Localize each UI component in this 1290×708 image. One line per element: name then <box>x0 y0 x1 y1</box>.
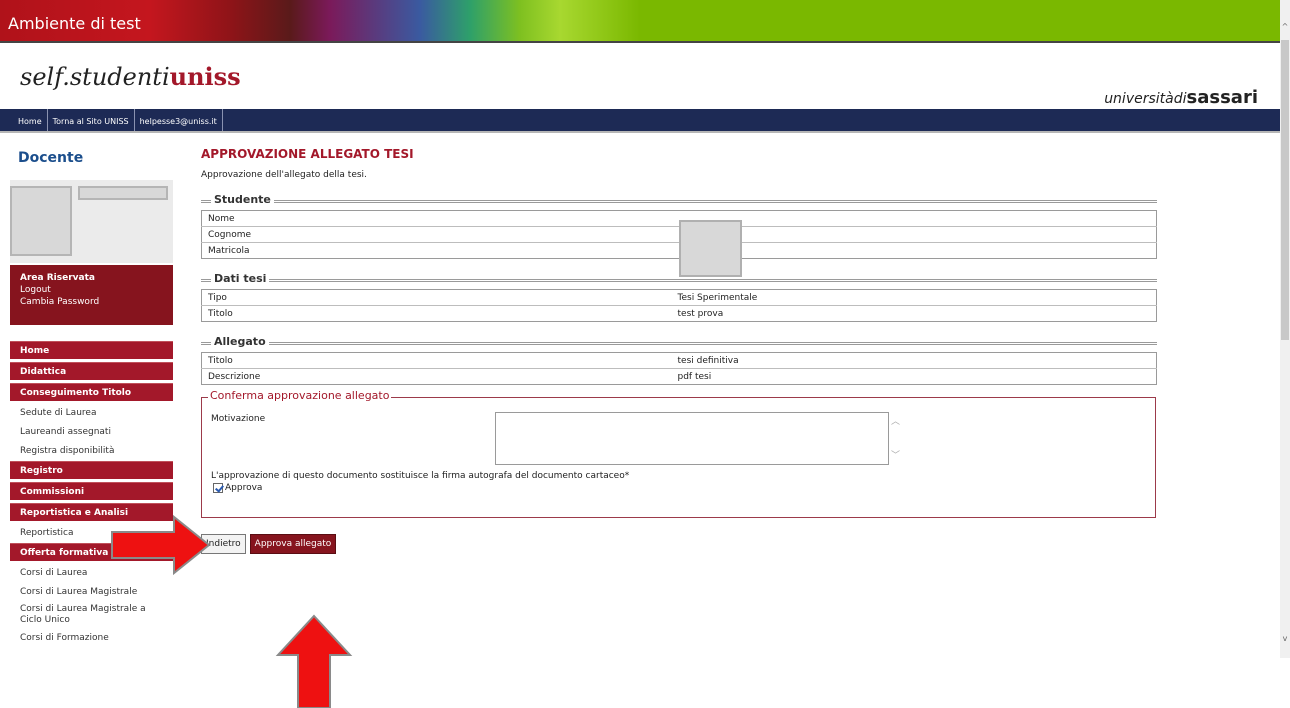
chevron-up-icon[interactable]: ^ <box>1280 22 1290 31</box>
row-value: test prova <box>677 308 724 319</box>
row-label: Tipo <box>201 289 672 306</box>
row-label: Titolo <box>208 308 233 319</box>
table-row: Tipo Tesi Sperimentale <box>201 289 1157 306</box>
row-value: Tesi Sperimentale <box>671 289 1157 306</box>
approve-checkbox-row[interactable]: Approva <box>213 483 262 493</box>
test-environment-banner: Ambiente di test <box>0 0 1280 43</box>
row-value <box>672 243 1157 259</box>
chevron-down-icon[interactable]: ﹀ <box>891 448 1152 514</box>
section-rule <box>201 342 1157 345</box>
red-arrow-up-icon <box>275 614 353 708</box>
thesis-data-table: Tipo Tesi Sperimentale Titolo test prova <box>201 289 1157 322</box>
reserved-area-title: Area Riservata <box>20 273 95 283</box>
attachment-section: Allegato Titolo tesi definitiva Descrizio… <box>201 335 1157 385</box>
thesis-data-section: Dati tesi Tipo Tesi Sperimentale Titolo te… <box>201 272 1157 322</box>
confirm-approval-fieldset: Conferma approvazione allegato Motivazio… <box>201 389 1156 518</box>
student-section: Studente Nome Cognome Matricola <box>201 193 1157 277</box>
form-buttons: Indietro Approva allegato <box>201 534 1156 554</box>
profile-panel <box>10 180 173 263</box>
page-title: APPROVAZIONE ALLEGATO TESI <box>201 147 414 161</box>
university-logo-part: di <box>1173 91 1187 107</box>
legal-disclaimer-text: L'approvazione di questo documento sosti… <box>211 471 630 481</box>
logo-prefix: self.studenti <box>20 63 170 91</box>
row-value <box>671 210 1157 227</box>
sidebar-link-sedute-di-laurea[interactable]: Sedute di Laurea <box>10 404 173 423</box>
red-arrow-right-icon <box>111 514 211 576</box>
thesis-data-legend: Dati tesi <box>211 272 270 285</box>
sidebar-link-registra-disponibilita[interactable]: Registra disponibilità <box>10 442 173 461</box>
logo-suffix: uniss <box>169 62 241 91</box>
nav-helpdesk-email-link[interactable]: helpesse3@uniss.it <box>135 109 223 131</box>
sidebar-link-laureandi-assegnati[interactable]: Laureandi assegnati <box>10 423 173 442</box>
university-logo-part: università <box>1104 91 1174 107</box>
page-subtitle: Approvazione dell'allegato della tesi. <box>201 170 367 180</box>
approve-checkbox-label[interactable]: Approva <box>225 483 262 493</box>
sidebar-item-commissioni[interactable]: Commissioni <box>10 482 173 500</box>
self-studenti-logo[interactable]: self.studentiuniss <box>20 62 241 91</box>
motivation-textarea[interactable] <box>495 412 889 465</box>
sidebar-title: Docente <box>18 150 84 166</box>
nav-uniss-site-link[interactable]: Torna al Sito UNISS <box>48 109 135 131</box>
main-content: APPROVAZIONE ALLEGATO TESI Approvazione … <box>201 147 1157 554</box>
section-rule <box>201 200 1157 203</box>
sidebar-link-corsi-ciclo-unico[interactable]: Corsi di Laurea Magistrale a Ciclo Unico <box>10 602 173 629</box>
top-nav-bar: Home Torna al Sito UNISS helpesse3@uniss… <box>0 109 1280 133</box>
table-row: Titolo tesi definitiva <box>201 352 1157 369</box>
sidebar-link-corsi-laurea-magistrale[interactable]: Corsi di Laurea Magistrale <box>10 583 173 602</box>
row-label: Nome <box>201 210 672 227</box>
university-logo-part: sassari <box>1186 87 1258 108</box>
table-row: Descrizione pdf tesi <box>202 369 1157 385</box>
confirm-approval-legend: Conferma approvazione allegato <box>208 389 392 402</box>
sidebar-item-conseguimento-titolo[interactable]: Conseguimento Titolo <box>10 383 173 401</box>
test-environment-label: Ambiente di test <box>8 14 141 33</box>
attachment-table: Titolo tesi definitiva Descrizione pdf tes… <box>201 352 1157 385</box>
attachment-legend: Allegato <box>211 335 269 348</box>
profile-photo-placeholder <box>10 186 72 256</box>
student-photo-placeholder <box>679 220 742 277</box>
profile-name-placeholder <box>78 186 168 200</box>
sidebar-item-registro[interactable]: Registro <box>10 461 173 479</box>
row-value: pdf tesi <box>677 371 712 382</box>
row-label: Descrizione <box>208 371 261 382</box>
section-rule <box>201 279 1157 282</box>
scrollbar-thumb[interactable] <box>1281 40 1289 340</box>
motivation-label: Motivazione <box>211 414 266 424</box>
approve-checkbox[interactable] <box>213 483 223 493</box>
nav-home-link[interactable]: Home <box>0 109 48 131</box>
university-logo[interactable]: universitàdisassari <box>1104 87 1258 108</box>
row-label: Titolo <box>201 352 672 369</box>
logout-link[interactable]: Logout <box>20 284 163 296</box>
student-section-legend: Studente <box>211 193 274 206</box>
chevron-down-icon[interactable]: v <box>1280 634 1290 643</box>
row-value <box>671 226 1157 243</box>
sidebar-item-didattica[interactable]: Didattica <box>10 362 173 380</box>
approve-attachment-button[interactable]: Approva allegato <box>249 534 337 554</box>
reserved-area-panel: Area Riservata Logout Cambia Password <box>10 265 173 325</box>
change-password-link[interactable]: Cambia Password <box>20 296 163 308</box>
row-label: Matricola <box>208 245 250 256</box>
row-label: Cognome <box>201 226 672 243</box>
sidebar-link-corsi-di-formazione[interactable]: Corsi di Formazione <box>10 629 173 648</box>
sidebar-item-home[interactable]: Home <box>10 341 173 359</box>
chevron-up-icon[interactable]: ︿ <box>891 414 1152 427</box>
row-value: tesi definitiva <box>671 352 1157 369</box>
table-row: Titolo test prova <box>202 306 1157 322</box>
page-scrollbar[interactable]: ^ v <box>1280 0 1290 658</box>
